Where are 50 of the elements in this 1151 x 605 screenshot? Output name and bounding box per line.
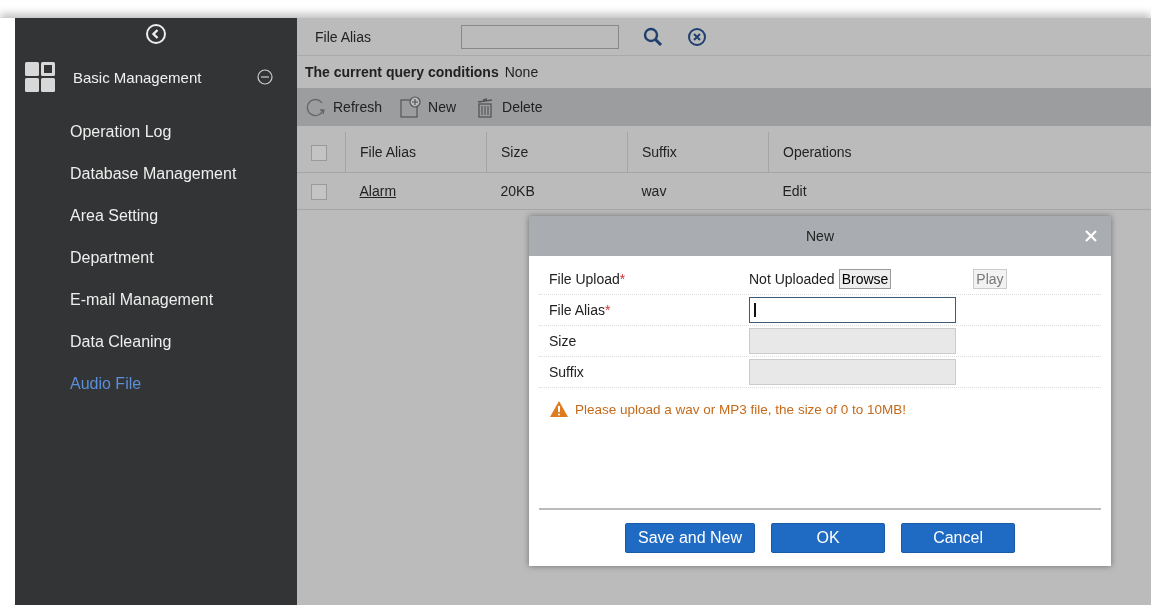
- toolbar-button[interactable]: Refresh: [333, 99, 383, 115]
- field-label: File Alias: [549, 302, 606, 318]
- dialog-title: New: [806, 228, 834, 244]
- text-cursor: [754, 303, 756, 317]
- sidebar-item[interactable]: Audio File: [15, 363, 297, 405]
- minus-icon[interactable]: [257, 69, 273, 85]
- input-field[interactable]: [749, 297, 956, 323]
- warning-message: Please upload a wav or MP3 file, the size of 0 to 10MB!: [575, 401, 906, 417]
- collapse-icon[interactable]: [145, 23, 167, 45]
- table-cell: 20KB: [500, 183, 535, 199]
- dialog-button[interactable]: Save and New: [624, 523, 756, 553]
- sidebar-item[interactable]: Database Management: [15, 153, 297, 195]
- sidebar-item[interactable]: Area Setting: [15, 195, 297, 237]
- column-header: Operations: [783, 144, 852, 160]
- upload-status: Not Uploaded: [749, 271, 835, 287]
- menu-group[interactable]: Basic Management: [73, 68, 257, 86]
- grid-icon: [25, 62, 55, 92]
- file-link[interactable]: Alarm: [359, 183, 397, 199]
- clear-icon[interactable]: [687, 26, 707, 47]
- query-label: The current query conditions: [305, 64, 499, 80]
- dialog-button[interactable]: OK: [771, 523, 886, 553]
- search-field[interactable]: [461, 24, 619, 49]
- field-label: Size: [549, 333, 577, 349]
- edit-link[interactable]: Edit: [782, 183, 807, 199]
- table-cell: wav: [641, 183, 667, 199]
- required-mark: *: [605, 302, 611, 318]
- sidebar-item[interactable]: Department: [15, 237, 297, 279]
- warning-icon: [549, 400, 569, 418]
- column-header: Suffix: [642, 144, 677, 160]
- field-label: File Upload: [549, 271, 620, 287]
- add-document-icon[interactable]: [400, 96, 423, 118]
- sidebar-item[interactable]: Data Cleaning: [15, 321, 297, 363]
- toolbar-button[interactable]: Delete: [502, 99, 543, 115]
- toolbar-button[interactable]: New: [428, 99, 457, 115]
- dialog-button[interactable]: Cancel: [901, 523, 1016, 553]
- search-icon[interactable]: [643, 26, 663, 47]
- query-value: None: [504, 64, 539, 80]
- field-label: Suffix: [549, 364, 584, 380]
- sidebar-item[interactable]: E-mail Management: [15, 279, 297, 321]
- browse-button[interactable]: Browse: [838, 269, 892, 289]
- checkbox[interactable]: [311, 144, 327, 161]
- play-button[interactable]: Play: [973, 269, 1007, 289]
- close-icon[interactable]: [1085, 230, 1097, 242]
- search-label: File Alias: [315, 28, 373, 45]
- refresh-icon[interactable]: [305, 97, 327, 117]
- checkbox[interactable]: [311, 183, 327, 200]
- column-header: Size: [501, 144, 529, 160]
- sidebar-item[interactable]: Operation Log: [15, 111, 297, 153]
- required-mark: *: [619, 271, 626, 287]
- column-header: File Alias: [360, 144, 417, 160]
